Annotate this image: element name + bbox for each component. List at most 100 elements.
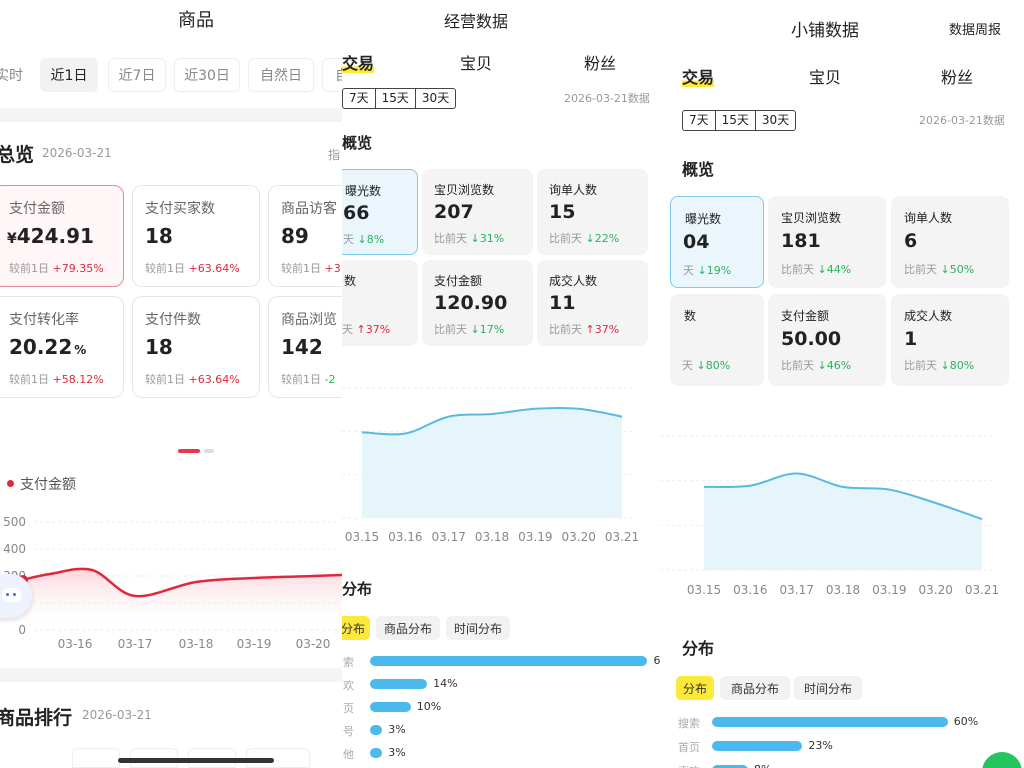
x-tick-label: 03.19 xyxy=(872,583,906,597)
compare-label: 比前天 xyxy=(434,232,467,245)
dist-tab-product[interactable]: 商品分布 xyxy=(376,616,440,640)
metric-card-partial[interactable]: 数 天 ↓80% xyxy=(670,294,764,386)
metric-value: 18 xyxy=(145,335,173,359)
metric-card-pay-amount[interactable]: 支付金额 ¥424.91 较前1日 +79.35% xyxy=(0,185,124,287)
shop-data-panel: 小铺数据 数据周报 交易 宝贝 粉丝 7天 15天 30天 2026-03-21… xyxy=(660,0,1024,768)
tab-label: 交易 xyxy=(682,68,715,87)
tab-fans[interactable]: 粉丝 xyxy=(941,64,973,88)
floating-action-button[interactable] xyxy=(982,752,1022,768)
tab-item[interactable]: 宝贝 xyxy=(460,50,492,74)
metric-compare: 比前天 ↓80% xyxy=(904,357,974,373)
compare-label: 较前1日 xyxy=(281,373,321,386)
bar-label: 喜欢 xyxy=(342,679,354,692)
trend-area-chart: 03.15 03.16 03.17 03.18 03.19 03.20 03.21 xyxy=(342,387,639,544)
area-fill xyxy=(22,568,342,630)
tab-1day[interactable]: 近1日 xyxy=(40,58,98,92)
metric-value: 20.22% xyxy=(9,335,86,359)
metric-compare: 较前1日 +79.35% xyxy=(9,260,104,276)
ranking-date: 2026-03-21 xyxy=(82,708,152,722)
tab-item[interactable]: 宝贝 xyxy=(809,64,841,88)
range-30d[interactable]: 30天 xyxy=(756,111,795,130)
bar-value: 14% xyxy=(433,677,458,690)
metric-card-inquiries[interactable]: 询单人数 15 比前天 ↓22% xyxy=(537,169,648,255)
bot-icon xyxy=(2,588,22,602)
metric-card-exposure[interactable]: 曝光数 66 天 ↓8% xyxy=(342,169,418,255)
metric-compare: 天 ↓19% xyxy=(683,262,731,278)
change-value: ↓31% xyxy=(470,232,505,245)
value-text: 20.22 xyxy=(9,335,73,359)
metric-card-buyers[interactable]: 支付买家数 18 较前1日 +63.64% xyxy=(132,185,260,287)
compare-label: 天 xyxy=(342,323,353,336)
metric-card-item-views[interactable]: 宝贝浏览数 181 比前天 ↓44% xyxy=(768,196,886,288)
metric-card-buyers[interactable]: 成交人数 1 比前天 ↓80% xyxy=(891,294,1009,386)
metric-card-buyers[interactable]: 成交人数 11 比前天 ↑37% xyxy=(537,260,648,346)
metric-label: 支付金额 xyxy=(9,201,65,217)
metric-card-conversion[interactable]: 支付转化率 20.22% 较前1日 +58.12% xyxy=(0,296,124,398)
metric-label: 支付金额 xyxy=(781,309,830,323)
area-fill xyxy=(362,407,622,518)
metric-card-item-views[interactable]: 宝贝浏览数 207 比前天 ↓31% xyxy=(422,169,533,255)
metric-card-pay-amount[interactable]: 支付金额 50.00 比前天 ↓46% xyxy=(768,294,886,386)
products-panel: 商品 实时 近1日 近7日 近30日 自然日 自 总览 2026-03-21 指… xyxy=(0,0,342,768)
compare-label: 较前1日 xyxy=(9,262,49,275)
x-tick-label: 03.20 xyxy=(918,583,952,597)
metric-value: 181 xyxy=(781,230,821,252)
tab-trade[interactable]: 交易 xyxy=(342,50,375,74)
overview-corner[interactable]: 指 xyxy=(328,146,340,163)
dist-tab-time[interactable]: 时间分布 xyxy=(794,676,862,700)
change-value: ↓8% xyxy=(357,233,385,246)
metric-value: 1 xyxy=(904,328,918,350)
metric-value: 11 xyxy=(549,292,576,314)
metric-compare: 比前天 ↓50% xyxy=(904,261,974,277)
range-15d[interactable]: 15天 xyxy=(376,89,416,108)
dist-tab-product[interactable]: 商品分布 xyxy=(720,676,790,700)
compare-label: 比前天 xyxy=(434,323,467,336)
metric-value: 66 xyxy=(343,202,370,224)
range-7d[interactable]: 7天 xyxy=(343,89,376,108)
data-date: 2026-03-21数据 xyxy=(564,92,650,105)
dist-tab-time[interactable]: 时间分布 xyxy=(446,616,510,640)
metric-label: 成交人数 xyxy=(904,309,953,323)
tab-more[interactable]: 自 xyxy=(322,58,342,92)
metric-compare: 较前1日 +63.64% xyxy=(145,260,240,276)
range-30d[interactable]: 30天 xyxy=(416,89,455,108)
tab-realtime[interactable]: 实时 xyxy=(0,58,34,92)
weekly-report-link[interactable]: 数据周报 xyxy=(949,19,1001,38)
metric-value: 6 xyxy=(904,230,918,252)
dist-tab-source[interactable]: 分布 xyxy=(342,616,370,640)
metric-card-visitors[interactable]: 商品访客 89 较前1日 +3 xyxy=(268,185,342,287)
change-value: +58.12% xyxy=(52,373,104,386)
bar xyxy=(370,679,428,689)
metric-card-inquiries[interactable]: 询单人数 6 比前天 ↓50% xyxy=(891,196,1009,288)
metric-value: 142 xyxy=(281,335,323,359)
compare-label: 比前天 xyxy=(904,263,937,276)
metric-label: 支付金额 xyxy=(434,274,483,288)
x-tick-label: 03.15 xyxy=(687,583,721,597)
range-selector: 7天 15天 30天 xyxy=(682,110,797,131)
metric-compare: 比前天 ↓44% xyxy=(781,261,851,277)
range-15d[interactable]: 15天 xyxy=(716,111,756,130)
compare-label: 较前1日 xyxy=(281,262,321,275)
page-title: 小铺数据 xyxy=(791,21,859,41)
overview-date: 2026-03-21 xyxy=(42,146,112,160)
metric-card-partial[interactable]: 数 天 ↑37% xyxy=(342,260,418,346)
metric-label: 曝光数 xyxy=(345,184,382,198)
tab-trade[interactable]: 交易 xyxy=(682,64,715,88)
metric-card-exposure[interactable]: 曝光数 04 天 ↓19% xyxy=(670,196,764,288)
dist-tab-source[interactable]: 分布 xyxy=(676,676,714,700)
change-value: ↓46% xyxy=(817,359,852,372)
metric-label: 宝贝浏览数 xyxy=(434,183,495,197)
metric-label: 数 xyxy=(684,309,697,323)
tab-natural-day[interactable]: 自然日 xyxy=(248,58,314,92)
tab-7day[interactable]: 近7日 xyxy=(108,58,166,92)
range-7d[interactable]: 7天 xyxy=(683,111,716,130)
metric-card-views[interactable]: 商品浏览 142 较前1日 -2 xyxy=(268,296,342,398)
tab-30day[interactable]: 近30日 xyxy=(174,58,240,92)
x-tick-label: 03.16 xyxy=(388,530,422,544)
metric-card-items[interactable]: 支付件数 18 较前1日 +63.64% xyxy=(132,296,260,398)
bar-value: 10% xyxy=(416,700,442,713)
area-fill xyxy=(704,473,982,570)
metric-label: 曝光数 xyxy=(685,212,722,226)
tab-fans[interactable]: 粉丝 xyxy=(584,50,616,74)
metric-card-pay-amount[interactable]: 支付金额 120.90 比前天 ↓17% xyxy=(422,260,533,346)
